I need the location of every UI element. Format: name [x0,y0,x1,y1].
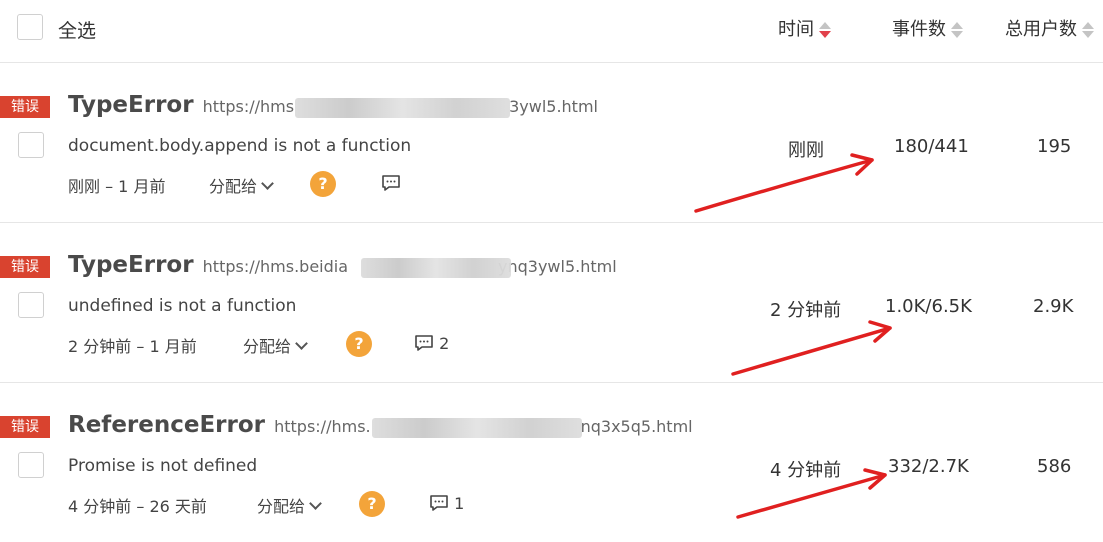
last-seen-time: 2 分钟前 [770,300,842,321]
comment-count: 2 [439,334,450,353]
comments-button[interactable]: 2 [414,334,449,353]
seen-range: 2 分钟前 – 1 月前 [68,337,197,356]
error-tag: 错误 [0,416,50,438]
user-count: 586 [1037,456,1072,477]
help-icon[interactable]: ? [346,331,372,357]
sort-caret-icon [819,20,831,40]
comment-icon [415,335,433,351]
assign-dropdown[interactable]: 分配给 [209,173,274,197]
seen-range: 4 分钟前 – 26 天前 [68,497,207,516]
chevron-down-icon [261,177,274,190]
url-redaction-blur [294,98,510,118]
comment-icon [430,495,448,511]
assign-dropdown[interactable]: 分配给 [243,333,308,357]
last-seen-time: 刚刚 [788,140,824,161]
select-all-checkbox[interactable] [17,14,43,40]
event-count: 332/2.7K [888,456,969,477]
list-header: 全选 时间 事件数 总用户数 [0,0,1103,63]
sort-by-time-header[interactable]: 时间 [778,15,831,41]
chevron-down-icon [295,337,308,350]
user-count: 2.9K [1033,296,1074,317]
event-count: 1.0K/6.5K [885,296,972,317]
comment-count: 1 [454,494,465,513]
error-tag: 错误 [0,256,50,278]
last-seen-time: 4 分钟前 [770,460,842,481]
help-icon[interactable]: ? [359,491,385,517]
error-message: Promise is not defined [68,456,258,476]
time-column-label: 时间 [778,19,814,40]
comments-button[interactable]: 1 [429,494,464,513]
issue-row[interactable]: 错误 ReferenceError https://hms. nq3x5q5.ht… [0,382,1103,542]
sort-by-users-header[interactable]: 总用户数 [1005,15,1094,41]
sort-caret-icon [951,20,963,40]
error-message: undefined is not a function [68,296,297,316]
issue-checkbox[interactable] [18,292,44,318]
error-type: TypeError [68,92,194,118]
issue-row[interactable]: 错误 TypeError https://hms.beidia ynq3ywl5.… [0,222,1103,383]
events-column-label: 事件数 [892,19,946,40]
url-redaction-blur [372,418,583,438]
error-url: https://hms. nq3x5q5.html [274,417,693,438]
error-tag: 错误 [0,96,50,118]
issue-title[interactable]: TypeError https://hms 3ywl5.html [68,92,598,118]
help-icon[interactable]: ? [310,171,336,197]
seen-range: 刚刚 – 1 月前 [68,177,166,196]
error-url: https://hms 3ywl5.html [202,97,598,118]
sort-by-events-header[interactable]: 事件数 [892,15,963,41]
event-count: 180/441 [894,136,969,157]
error-type: ReferenceError [68,412,266,438]
issue-checkbox[interactable] [18,452,44,478]
issue-title[interactable]: TypeError https://hms.beidia ynq3ywl5.htm… [68,252,617,278]
sort-caret-icon [1082,20,1094,40]
comment-icon [382,175,400,191]
assign-dropdown[interactable]: 分配给 [257,493,322,517]
users-column-label: 总用户数 [1005,19,1077,40]
user-count: 195 [1037,136,1072,157]
error-message: document.body.append is not a function [68,136,412,156]
issue-row[interactable]: 错误 TypeError https://hms 3ywl5.html docum… [0,62,1103,223]
chevron-down-icon [309,497,322,510]
select-all-label: 全选 [58,20,97,42]
comments-button[interactable] [381,174,401,193]
url-redaction-blur [360,258,511,278]
error-url: https://hms.beidia ynq3ywl5.html [202,257,617,278]
error-type: TypeError [68,252,194,278]
issue-checkbox[interactable] [18,132,44,158]
issue-title[interactable]: ReferenceError https://hms. nq3x5q5.html [68,412,693,438]
